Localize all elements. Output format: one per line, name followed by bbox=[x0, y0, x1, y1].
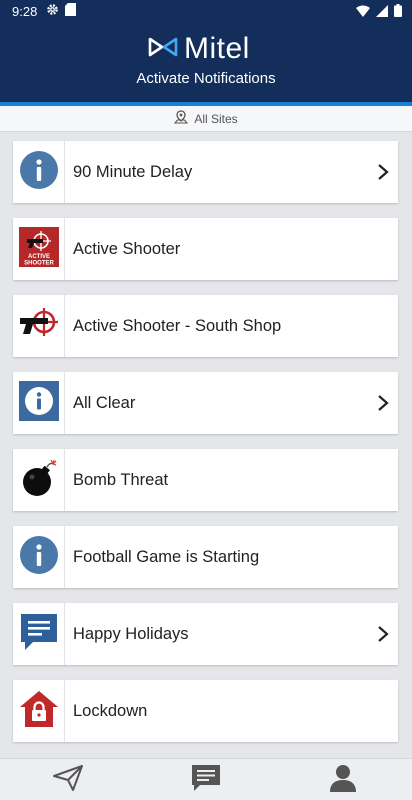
mitel-logo-icon bbox=[148, 36, 178, 63]
app-header: Mitel Activate Notifications bbox=[0, 22, 412, 102]
lockdown-house-icon bbox=[19, 690, 59, 733]
sites-filter-label: All Sites bbox=[194, 111, 238, 126]
bomb-icon bbox=[20, 458, 58, 503]
notification-item[interactable]: Bomb Threat bbox=[13, 449, 398, 511]
notification-label: 90 Minute Delay bbox=[73, 162, 193, 181]
info-circle-icon bbox=[19, 150, 58, 194]
gun-crosshair-icon bbox=[18, 306, 60, 347]
profile-icon bbox=[329, 764, 357, 797]
notification-label: Active Shooter bbox=[73, 239, 181, 258]
sites-filter[interactable]: All Sites bbox=[0, 106, 412, 132]
notification-item[interactable]: 90 Minute Delay bbox=[13, 141, 398, 203]
notification-item[interactable]: All Clear bbox=[13, 372, 398, 434]
info-circle-icon bbox=[19, 535, 58, 579]
brand-name: Mitel bbox=[184, 32, 250, 65]
info-square-icon bbox=[18, 380, 59, 426]
nav-messages-button[interactable] bbox=[186, 764, 226, 797]
notification-label: Active Shooter - South Shop bbox=[73, 316, 282, 335]
notification-item[interactable]: Active Shooter - South Shop bbox=[13, 295, 398, 357]
notification-label: All Clear bbox=[73, 393, 136, 412]
notification-label: Bomb Threat bbox=[73, 470, 169, 489]
chevron-right-icon[interactable] bbox=[372, 141, 394, 203]
chevron-right-icon[interactable] bbox=[372, 603, 394, 665]
notification-item[interactable]: ACTIVE SHOOTER Active Shooter bbox=[13, 218, 398, 280]
nav-profile-button[interactable] bbox=[323, 764, 363, 797]
status-time: 9:28 bbox=[12, 4, 38, 19]
notification-item[interactable]: Football Game is Starting bbox=[13, 526, 398, 588]
messages-icon bbox=[191, 764, 221, 797]
location-pin-icon bbox=[174, 110, 189, 127]
notification-item[interactable]: Lockdown bbox=[13, 680, 398, 742]
mitel-logo: Mitel bbox=[148, 32, 250, 66]
signal-icon bbox=[376, 4, 388, 20]
nav-send-button[interactable] bbox=[48, 764, 88, 796]
sd-card-icon bbox=[65, 3, 76, 19]
wifi-icon bbox=[356, 5, 370, 20]
battery-icon bbox=[394, 4, 402, 20]
page-title: Activate Notifications bbox=[136, 70, 276, 87]
bottom-navigation bbox=[0, 758, 412, 800]
svg-text:ACTIVE: ACTIVE bbox=[27, 254, 49, 260]
notification-label: Lockdown bbox=[73, 701, 148, 720]
active-shooter-badge-icon: ACTIVE SHOOTER bbox=[18, 226, 59, 272]
notification-item[interactable]: Happy Holidays bbox=[13, 603, 398, 665]
message-bubble-icon bbox=[19, 612, 59, 657]
svg-text:SHOOTER: SHOOTER bbox=[24, 260, 54, 266]
status-bar: 9:28 bbox=[0, 0, 412, 22]
notification-label: Happy Holidays bbox=[73, 624, 189, 643]
send-icon bbox=[53, 764, 83, 796]
settings-gear-icon bbox=[46, 3, 59, 19]
chevron-right-icon[interactable] bbox=[372, 372, 394, 434]
notification-label: Football Game is Starting bbox=[73, 547, 260, 566]
